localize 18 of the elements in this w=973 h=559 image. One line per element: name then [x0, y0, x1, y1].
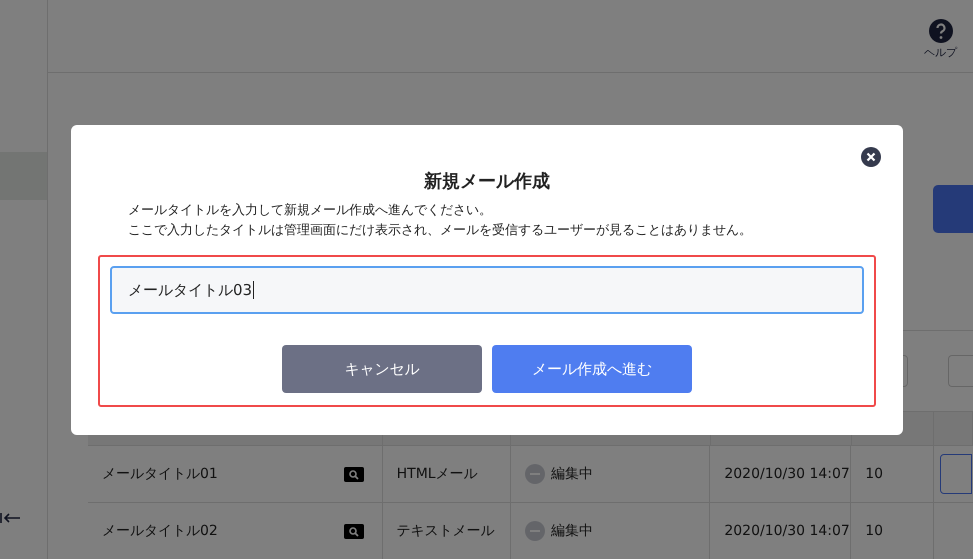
cancel-button[interactable]: キャンセル — [282, 345, 482, 393]
help-label: ヘルプ — [924, 45, 957, 60]
table-cell: メールタイトル01 — [102, 465, 218, 483]
table-cell: テキストメール — [396, 522, 495, 540]
table-cell: 10 — [865, 523, 884, 539]
description-text: メールタイトルを入力して新規メール作成へ進んでください。 — [128, 202, 493, 220]
dialog-title: 新規メール作成 — [422, 170, 551, 193]
description-text: ここで入力したタイトルは管理画面にだけ表示され、メールを受信するユーザーが見ることはありません。 — [128, 222, 753, 240]
title-input[interactable]: メールタイトル03 — [110, 266, 864, 314]
proceed-button[interactable]: メール作成へ進む — [492, 345, 692, 393]
help-button[interactable]: ヘルプ — [924, 19, 957, 60]
status-label: 編集中 — [550, 522, 593, 540]
table-cell: 2020/10/30 14:07 — [724, 523, 850, 539]
status-label: 編集中 — [550, 465, 593, 483]
table-cell: 2020/10/30 14:07 — [724, 466, 850, 482]
table-cell: メールタイトル02 — [102, 522, 218, 540]
table-cell: 10 — [865, 466, 884, 482]
table-cell: HTMLメール — [396, 465, 478, 483]
